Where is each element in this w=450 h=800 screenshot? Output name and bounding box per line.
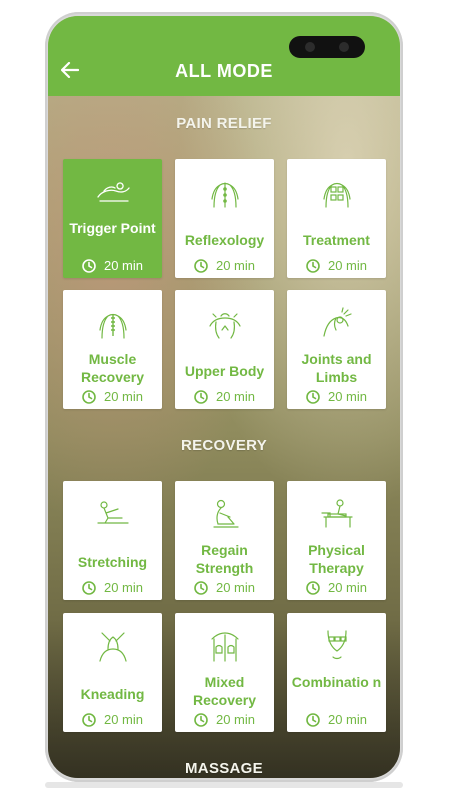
card-label: Stretching	[77, 554, 148, 570]
mode-card-muscle-recovery[interactable]: Muscle Recovery 20 min	[63, 290, 162, 409]
card-label: Muscle Recovery	[80, 351, 145, 385]
clock-icon	[194, 712, 208, 727]
section-title-massage: MASSAGE	[185, 760, 263, 777]
mode-card-trigger-point[interactable]: Trigger Point 20 min	[63, 159, 162, 278]
card-label: Combinatio n	[291, 674, 382, 690]
card-duration: 20 min	[287, 389, 386, 404]
duration-text: 20 min	[103, 712, 144, 727]
shoulder-joint-icon	[322, 307, 352, 337]
card-label: Regain Strength	[195, 542, 254, 576]
card-duration: 20 min	[175, 258, 274, 273]
clock-icon	[194, 389, 208, 404]
duration-text: 20 min	[215, 389, 256, 404]
mode-card-joints-and-limbs[interactable]: Joints and Limbs 20 min	[287, 290, 386, 409]
mode-card-regain-strength[interactable]: Regain Strength 20 min	[175, 481, 274, 600]
card-label: Physical Therapy	[308, 542, 365, 576]
mode-card-stretching[interactable]: Stretching 20 min	[63, 481, 162, 600]
clock-icon	[82, 258, 96, 273]
mode-card-reflexology[interactable]: Reflexology 20 min	[175, 159, 274, 278]
duration-text: 20 min	[215, 580, 256, 595]
section-title-pain-relief: PAIN RELIEF	[176, 115, 272, 132]
duration-text: 20 min	[327, 389, 368, 404]
mode-card-kneading[interactable]: Kneading 20 min	[63, 613, 162, 732]
card-duration: 20 min	[287, 258, 386, 273]
card-label: Treatment	[303, 232, 370, 248]
duration-text: 20 min	[327, 712, 368, 727]
card-duration: 20 min	[63, 580, 162, 595]
section-title-recovery: RECOVERY	[180, 437, 268, 454]
neck-massage-icon	[98, 632, 127, 662]
duration-text: 20 min	[103, 258, 144, 273]
card-duration: 20 min	[63, 258, 162, 273]
card-label: Kneading	[80, 686, 145, 702]
clock-icon	[306, 580, 320, 595]
card-duration: 20 min	[287, 712, 386, 727]
back-massage-hands-icon	[210, 632, 239, 662]
card-duration: 20 min	[175, 712, 274, 727]
clock-icon	[82, 389, 96, 404]
duration-text: 20 min	[103, 580, 144, 595]
card-label: Mixed Recovery	[192, 674, 257, 708]
card-duration: 20 min	[63, 712, 162, 727]
card-label: Upper Body	[184, 363, 265, 379]
card-duration: 20 min	[175, 580, 274, 595]
clock-icon	[194, 580, 208, 595]
mode-card-treatment[interactable]: Treatment 20 min	[287, 159, 386, 278]
mode-card-physical-therapy[interactable]: Physical Therapy 20 min	[287, 481, 386, 600]
clock-icon	[306, 389, 320, 404]
body-electrodes-icon	[326, 630, 347, 660]
card-duration: 20 min	[63, 389, 162, 404]
spine-icon	[98, 313, 127, 339]
duration-text: 20 min	[215, 712, 256, 727]
body-pads-icon	[322, 182, 351, 208]
duration-text: 20 min	[327, 580, 368, 595]
mode-card-mixed-recovery[interactable]: Mixed Recovery 20 min	[175, 613, 274, 732]
card-duration: 20 min	[175, 389, 274, 404]
clock-icon	[194, 258, 208, 273]
page-title: ALL MODE	[175, 61, 273, 81]
duration-text: 20 min	[103, 389, 144, 404]
clock-icon	[306, 712, 320, 727]
lying-person-icon	[96, 182, 130, 202]
phone-bottom-bezel	[45, 782, 403, 788]
duration-text: 20 min	[327, 258, 368, 273]
mode-card-combination[interactable]: Combinatio n 20 min	[287, 613, 386, 732]
therapy-table-icon	[320, 499, 353, 528]
clock-icon	[82, 712, 96, 727]
camera-cutout	[289, 36, 365, 58]
card-duration: 20 min	[287, 580, 386, 595]
card-label: Trigger Point	[69, 220, 156, 236]
card-label: Reflexology	[184, 232, 265, 248]
card-label: Joints and Limbs	[301, 351, 372, 385]
body-back-icon	[210, 182, 239, 208]
sitting-person-icon	[212, 499, 239, 528]
clock-icon	[82, 580, 96, 595]
mode-card-upper-body[interactable]: Upper Body 20 min	[175, 290, 274, 409]
top-bar: ALL MODE	[48, 16, 400, 96]
clock-icon	[306, 258, 320, 273]
shoulders-icon	[208, 313, 241, 339]
stretching-person-icon	[96, 501, 129, 524]
app-screen: ALL MODE PAIN RELIEF Trigger Point 20 mi…	[48, 16, 400, 778]
duration-text: 20 min	[215, 258, 256, 273]
